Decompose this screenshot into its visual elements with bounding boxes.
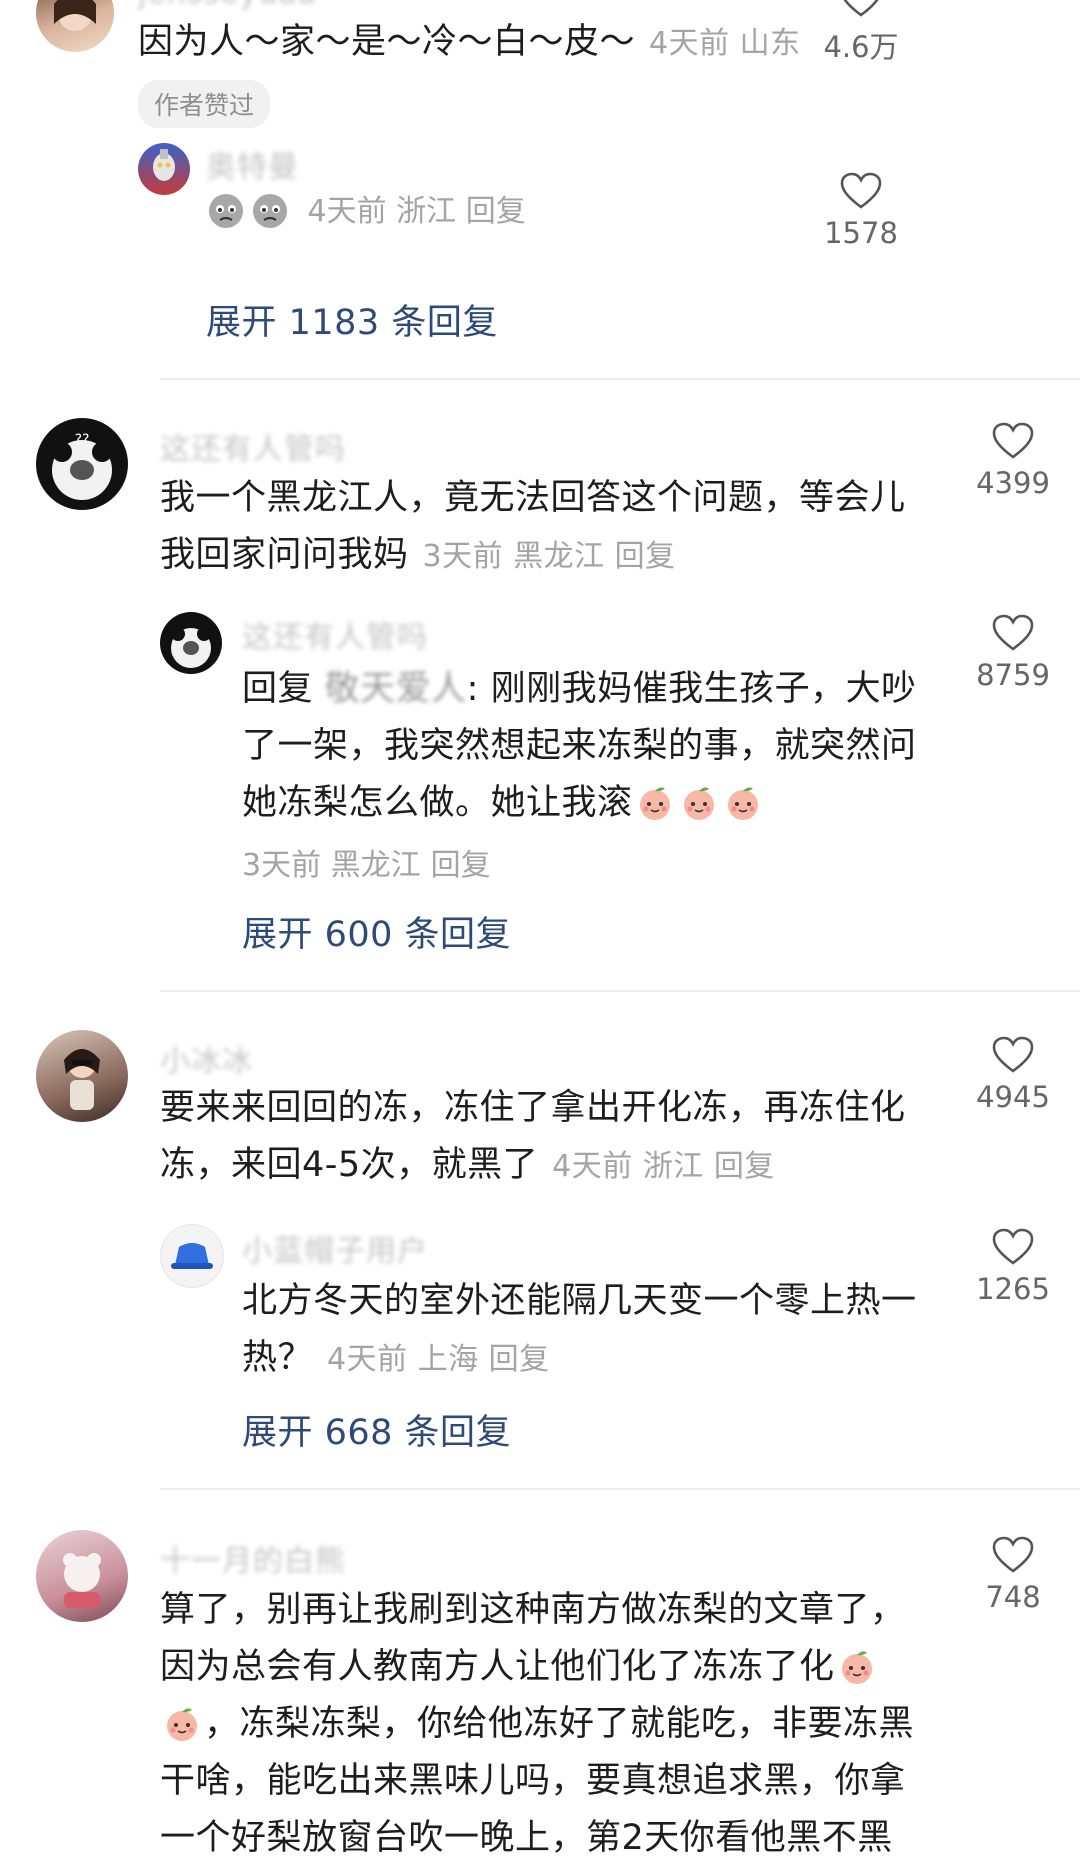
comment-text: 要来来回回的冻，冻住了拿出开化冻，再冻住化 冻，来回4-5次，就黑了 4天前 浙江…: [160, 1080, 940, 1195]
comment-body-line: ，冻梨冻梨，你给他冻好了就能吃，非要冻黑: [204, 1704, 915, 1744]
like-count: 1265: [976, 1272, 1050, 1306]
comment-body-line: 一个好梨放窗台吹一晚上，第2天你看他黑不黑: [160, 1818, 893, 1858]
username[interactable]: 奥特曼: [206, 142, 299, 186]
like-button[interactable]: 4399: [958, 422, 1068, 500]
comment-time: 3天前: [422, 539, 504, 574]
comment-body-line: 她冻梨怎么做。她让我滚: [242, 783, 633, 823]
avatar[interactable]: [36, 0, 114, 52]
peach-emoji-icon: [683, 787, 714, 820]
heart-icon: [992, 422, 1034, 459]
comment-body-line: 算了，别再让我刷到这种南方做冻梨的文章了，: [160, 1590, 906, 1630]
comment-body-line: 热？: [242, 1338, 314, 1378]
comment-text: 回复 敬天爱人: 刚刚我妈催我生孩子，大吵 了一架，我突然想起来冻梨的事，就突然…: [242, 661, 942, 832]
comment-body-line: 要来来回回的冻，冻住了拿出开化冻，再冻住化: [160, 1088, 906, 1128]
reply-target-user[interactable]: 敬天爱人: [325, 669, 467, 709]
comment-time: 4天前: [327, 1342, 408, 1377]
like-button[interactable]: 4945: [958, 1036, 1068, 1114]
avatar[interactable]: [36, 1030, 128, 1122]
like-button[interactable]: 748: [958, 1536, 1068, 1614]
peach-emoji-icon: [639, 787, 670, 820]
like-button[interactable]: 4.6万: [806, 0, 916, 66]
reply-prefix: 回复: [242, 669, 314, 709]
reply-button[interactable]: 回复: [489, 1342, 550, 1377]
comment-body-line: 北方冬天的室外还能隔几天变一个零上热一: [242, 1281, 917, 1321]
avatar[interactable]: [160, 1224, 224, 1288]
comment-time: 4天前: [307, 194, 387, 229]
username[interactable]: 小冰冰: [160, 1036, 253, 1080]
peach-emoji-icon: [841, 1651, 872, 1684]
comment-text: 4天前 浙江 回复: [206, 186, 526, 230]
comment-location: 浙江: [642, 1149, 704, 1184]
divider: [160, 378, 1080, 380]
like-count: 1578: [824, 216, 898, 250]
username[interactable]: 十一月的白熊: [160, 1536, 346, 1580]
reply-button[interactable]: 回复: [714, 1149, 775, 1184]
like-count: 4.6万: [823, 30, 899, 64]
reply-button[interactable]: 回复: [615, 539, 676, 574]
comment-body-line: 因为总会有人教南方人让他们化了冻冻了化: [160, 1647, 835, 1687]
comment-text: 算了，别再让我刷到这种南方做冻梨的文章了， 因为总会有人教南方人让他们化了冻冻了…: [160, 1582, 940, 1867]
like-button[interactable]: 1265: [958, 1228, 1068, 1306]
comment-meta: 3天前 黑龙江 回复: [242, 840, 491, 884]
reply-button[interactable]: 回复: [431, 848, 491, 883]
like-button[interactable]: 8759: [958, 614, 1068, 692]
username[interactable]: 小蓝帽子用户: [242, 1226, 428, 1270]
author-liked-badge: 作者赞过: [138, 80, 271, 128]
peach-emoji-icon: [727, 787, 758, 820]
comment-location: 上海: [417, 1342, 479, 1377]
comment-body-line: 冻，来回4-5次，就黑了: [160, 1145, 539, 1185]
svg-text:??: ??: [75, 432, 90, 448]
comment-body-line: 我回家问问我妈: [160, 535, 409, 575]
sad-face-emoji-icon: [209, 194, 243, 228]
comment-body-line: 我一个黑龙江人，竟无法回答这个问题，等会儿: [160, 478, 906, 518]
comment-location: 黑龙江: [330, 848, 421, 883]
divider: [160, 1488, 1080, 1490]
comment-time: 4天前: [552, 1149, 633, 1184]
username[interactable]: 这还有人管吗: [242, 612, 428, 656]
peach-emoji-icon: [167, 1708, 197, 1741]
avatar[interactable]: [36, 1530, 128, 1622]
like-count: 748: [985, 1580, 1041, 1614]
heart-icon: [840, 172, 882, 209]
like-count: 8759: [976, 658, 1050, 692]
comment-text: 我一个黑龙江人，竟无法回答这个问题，等会儿 我回家问问我妈 3天前 黑龙江 回复: [160, 470, 920, 585]
like-count: 4945: [976, 1080, 1050, 1114]
comment-text: 北方冬天的室外还能隔几天变一个零上热一 热？ 4天前 上海 回复: [242, 1273, 942, 1388]
heart-icon: [992, 1036, 1034, 1073]
heart-icon: [992, 614, 1034, 651]
comment-body-line: 干啥，能吃出来黑味儿吗，要真想追求黑，你拿: [160, 1761, 906, 1801]
divider: [160, 990, 1080, 992]
heart-icon: [843, 0, 879, 17]
comment-time: 3天前: [242, 848, 322, 883]
expand-replies-button[interactable]: 展开 600 条回复: [242, 906, 511, 957]
avatar[interactable]: [160, 612, 222, 674]
username[interactable]: 这还有人管吗: [160, 424, 346, 468]
like-button[interactable]: 1578: [806, 172, 916, 250]
like-count: 4399: [976, 466, 1050, 500]
comment-body: 因为人～家～是～冷～白～皮～: [138, 22, 636, 62]
avatar[interactable]: [138, 143, 190, 195]
sad-face-emoji-icon: [253, 194, 287, 228]
comment-time: 4天前: [649, 26, 730, 61]
comment-body-line: 了一架，我突然想起来冻梨的事，就突然问: [242, 726, 917, 766]
comment-location: 黑龙江: [513, 539, 605, 574]
username[interactable]: jensseyuaa: [138, 0, 317, 11]
comment-location: 山东: [739, 26, 801, 61]
avatar[interactable]: ??: [36, 418, 128, 510]
comment-body-line: : 刚刚我妈催我生孩子，大吵: [466, 669, 917, 709]
expand-replies-button[interactable]: 展开 1183 条回复: [206, 294, 498, 345]
comment-location: 浙江: [396, 194, 457, 229]
heart-icon: [992, 1536, 1034, 1573]
expand-replies-button[interactable]: 展开 668 条回复: [242, 1404, 511, 1455]
heart-icon: [992, 1228, 1034, 1265]
reply-button[interactable]: 回复: [466, 194, 526, 229]
